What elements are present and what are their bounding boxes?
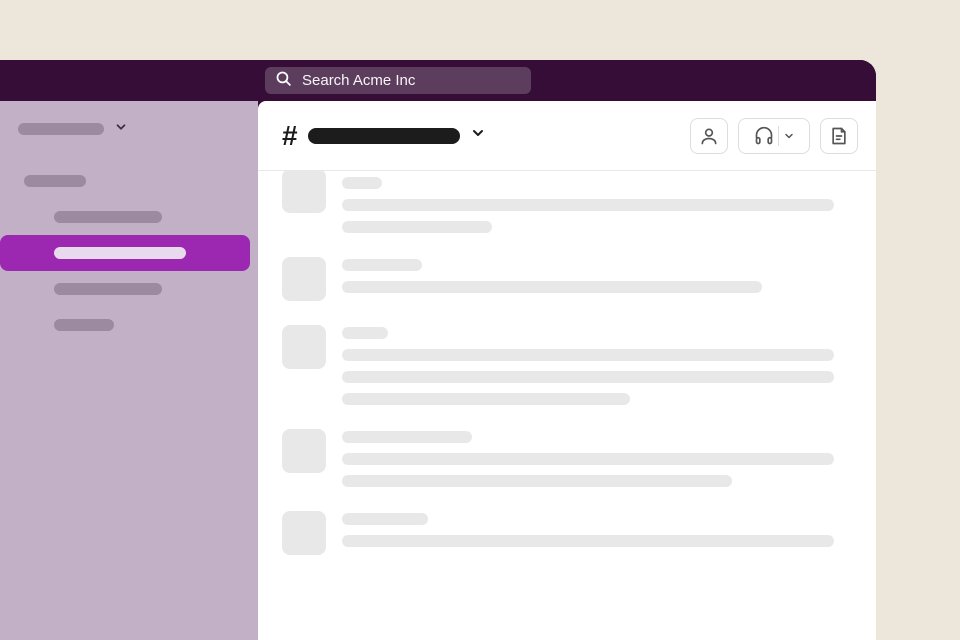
sidebar-item-label [54,283,162,295]
message-body [342,511,856,555]
message-body [342,429,856,487]
message [282,243,856,311]
avatar [282,511,326,555]
channel-hash-icon: # [282,120,298,152]
message-author [342,177,382,189]
chevron-down-icon [114,120,128,139]
message [282,175,856,243]
message-body [342,175,856,233]
chevron-down-icon[interactable] [470,125,486,146]
app-window: Search Acme Inc # [0,60,876,640]
avatar [282,171,326,213]
chevron-down-icon[interactable] [783,130,795,142]
person-icon [699,126,719,146]
sidebar [0,101,258,640]
sidebar-item-label [54,247,186,259]
message-text-line [342,281,762,293]
sidebar-item-label [54,211,162,223]
topbar: Search Acme Inc [0,60,876,101]
message-list [258,171,876,640]
message-text-line [342,199,834,211]
workspace-switcher[interactable] [0,101,258,157]
sidebar-item-label [54,319,114,331]
message-text-line [342,393,630,405]
sidebar-items [0,157,258,343]
avatar [282,325,326,369]
message-text-line [342,371,834,383]
message-text-line [342,535,834,547]
huddle-button[interactable] [738,118,810,154]
search-input[interactable]: Search Acme Inc [265,67,531,94]
search-icon [275,70,292,92]
message [282,311,856,415]
avatar [282,429,326,473]
search-placeholder: Search Acme Inc [302,72,415,89]
separator [778,126,779,146]
sidebar-item[interactable] [0,163,258,199]
sidebar-item-label [24,175,86,187]
workspace-name [18,123,104,135]
message-body [342,257,856,301]
message-author [342,259,422,271]
message [282,415,856,497]
sidebar-item[interactable] [0,199,258,235]
message-text-line [342,349,834,361]
message-text-line [342,453,834,465]
message-body [342,325,856,405]
message-author [342,431,472,443]
avatar [282,257,326,301]
channel-header: # [258,101,876,171]
headphones-icon [754,126,774,146]
message-text-line [342,475,732,487]
sidebar-item[interactable] [0,235,250,271]
sidebar-item[interactable] [0,307,258,343]
message-author [342,513,428,525]
canvas-button[interactable] [820,118,858,154]
message-text-line [342,221,492,233]
people-button[interactable] [690,118,728,154]
canvas-icon [829,126,849,146]
message [282,497,856,565]
app-body: # [0,101,876,640]
channel-name[interactable] [308,128,460,144]
sidebar-item[interactable] [0,271,258,307]
message-author [342,327,388,339]
main-panel: # [258,101,876,640]
